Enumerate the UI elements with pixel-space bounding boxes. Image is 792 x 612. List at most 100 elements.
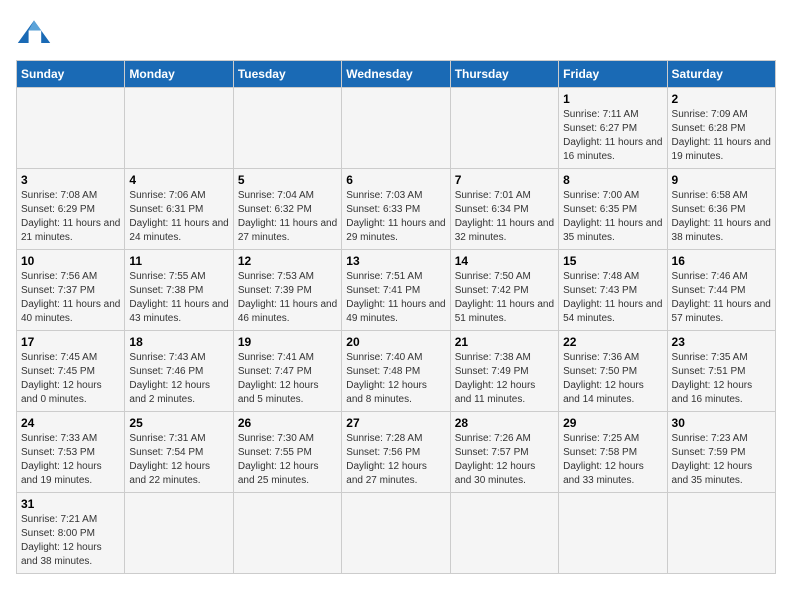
calendar-cell [125, 88, 233, 169]
day-info: Sunrise: 7:46 AM Sunset: 7:44 PM Dayligh… [672, 270, 771, 326]
day-info: Sunrise: 7:09 AM Sunset: 6:28 PM Dayligh… [672, 108, 771, 164]
calendar-cell: 14Sunrise: 7:50 AM Sunset: 7:42 PM Dayli… [450, 250, 558, 331]
calendar-cell: 22 Sunrise: 7:36 AM Sunset: 7:50 PM Dayli… [559, 331, 667, 412]
calendar-table: SundayMondayTuesdayWednesdayThursdayFrid… [16, 60, 776, 574]
day-info: Sunrise: 7:04 AM Sunset: 6:32 PM Dayligh… [238, 189, 337, 245]
day-info: Sunrise: 7:43 AM Sunset: 7:46 PM Dayligh… [129, 351, 228, 407]
calendar-cell: 30 Sunrise: 7:23 AM Sunset: 7:59 PM Dayli… [667, 412, 775, 493]
day-info: Sunrise: 7:00 AM Sunset: 6:35 PM Dayligh… [563, 189, 662, 245]
day-number: 25 [129, 416, 228, 430]
day-info: Sunrise: 6:58 AM Sunset: 6:36 PM Dayligh… [672, 189, 771, 245]
calendar-cell: 23Sunrise: 7:35 AM Sunset: 7:51 PM Dayli… [667, 331, 775, 412]
calendar-cell: 20 Sunrise: 7:40 AM Sunset: 7:48 PM Dayli… [342, 331, 450, 412]
day-of-week-header: Monday [125, 61, 233, 88]
calendar-cell: 16 Sunrise: 7:46 AM Sunset: 7:44 PM Dayli… [667, 250, 775, 331]
day-number: 1 [563, 92, 662, 106]
calendar-cell: 31 Sunrise: 7:21 AM Sunset: 8:00 PM Dayli… [17, 493, 125, 574]
calendar-cell: 5 Sunrise: 7:04 AM Sunset: 6:32 PM Daylig… [233, 169, 341, 250]
day-number: 11 [129, 254, 228, 268]
calendar-cell: 9Sunrise: 6:58 AM Sunset: 6:36 PM Daylig… [667, 169, 775, 250]
day-number: 8 [563, 173, 662, 187]
day-info: Sunrise: 7:21 AM Sunset: 8:00 PM Dayligh… [21, 513, 120, 569]
calendar-cell [342, 88, 450, 169]
day-info: Sunrise: 7:30 AM Sunset: 7:55 PM Dayligh… [238, 432, 337, 488]
calendar-cell: 21Sunrise: 7:38 AM Sunset: 7:49 PM Dayli… [450, 331, 558, 412]
day-number: 16 [672, 254, 771, 268]
calendar-cell: 15 Sunrise: 7:48 AM Sunset: 7:43 PM Dayli… [559, 250, 667, 331]
day-info: Sunrise: 7:56 AM Sunset: 7:37 PM Dayligh… [21, 270, 120, 326]
day-number: 4 [129, 173, 228, 187]
calendar-cell: 17Sunrise: 7:45 AM Sunset: 7:45 PM Dayli… [17, 331, 125, 412]
calendar-cell: 27 Sunrise: 7:28 AM Sunset: 7:56 PM Dayli… [342, 412, 450, 493]
day-info: Sunrise: 7:53 AM Sunset: 7:39 PM Dayligh… [238, 270, 337, 326]
day-number: 2 [672, 92, 771, 106]
day-of-week-header: Friday [559, 61, 667, 88]
day-number: 20 [346, 335, 445, 349]
day-info: Sunrise: 7:35 AM Sunset: 7:51 PM Dayligh… [672, 351, 771, 407]
day-of-week-header: Tuesday [233, 61, 341, 88]
calendar-cell: 4 Sunrise: 7:06 AM Sunset: 6:31 PM Daylig… [125, 169, 233, 250]
day-info: Sunrise: 7:31 AM Sunset: 7:54 PM Dayligh… [129, 432, 228, 488]
day-number: 5 [238, 173, 337, 187]
day-of-week-header: Wednesday [342, 61, 450, 88]
day-info: Sunrise: 7:01 AM Sunset: 6:34 PM Dayligh… [455, 189, 554, 245]
day-info: Sunrise: 7:41 AM Sunset: 7:47 PM Dayligh… [238, 351, 337, 407]
calendar-cell [667, 493, 775, 574]
calendar-cell: 8 Sunrise: 7:00 AM Sunset: 6:35 PM Daylig… [559, 169, 667, 250]
calendar-cell [125, 493, 233, 574]
day-number: 19 [238, 335, 337, 349]
day-info: Sunrise: 7:06 AM Sunset: 6:31 PM Dayligh… [129, 189, 228, 245]
calendar-week-row: 10 Sunrise: 7:56 AM Sunset: 7:37 PM Dayli… [17, 250, 776, 331]
day-info: Sunrise: 7:23 AM Sunset: 7:59 PM Dayligh… [672, 432, 771, 488]
calendar-cell: 1Sunrise: 7:11 AM Sunset: 6:27 PM Daylig… [559, 88, 667, 169]
calendar-cell [17, 88, 125, 169]
day-number: 17 [21, 335, 120, 349]
calendar-week-row: 1Sunrise: 7:11 AM Sunset: 6:27 PM Daylig… [17, 88, 776, 169]
day-info: Sunrise: 7:48 AM Sunset: 7:43 PM Dayligh… [563, 270, 662, 326]
day-number: 26 [238, 416, 337, 430]
day-info: Sunrise: 7:28 AM Sunset: 7:56 PM Dayligh… [346, 432, 445, 488]
day-number: 29 [563, 416, 662, 430]
day-info: Sunrise: 7:50 AM Sunset: 7:42 PM Dayligh… [455, 270, 554, 326]
calendar-cell: 2 Sunrise: 7:09 AM Sunset: 6:28 PM Daylig… [667, 88, 775, 169]
calendar-cell: 13Sunrise: 7:51 AM Sunset: 7:41 PM Dayli… [342, 250, 450, 331]
calendar-cell: 24Sunrise: 7:33 AM Sunset: 7:53 PM Dayli… [17, 412, 125, 493]
logo [16, 16, 56, 52]
calendar-cell [342, 493, 450, 574]
calendar-cell: 12 Sunrise: 7:53 AM Sunset: 7:39 PM Dayli… [233, 250, 341, 331]
day-number: 10 [21, 254, 120, 268]
logo-icon [16, 16, 52, 52]
day-number: 22 [563, 335, 662, 349]
calendar-cell: 3 Sunrise: 7:08 AM Sunset: 6:29 PM Daylig… [17, 169, 125, 250]
calendar-cell: 26 Sunrise: 7:30 AM Sunset: 7:55 PM Dayli… [233, 412, 341, 493]
calendar-cell [450, 493, 558, 574]
calendar-week-row: 31 Sunrise: 7:21 AM Sunset: 8:00 PM Dayli… [17, 493, 776, 574]
calendar-cell [559, 493, 667, 574]
day-number: 30 [672, 416, 771, 430]
day-number: 15 [563, 254, 662, 268]
calendar-cell: 18Sunrise: 7:43 AM Sunset: 7:46 PM Dayli… [125, 331, 233, 412]
day-info: Sunrise: 7:33 AM Sunset: 7:53 PM Dayligh… [21, 432, 120, 488]
day-info: Sunrise: 7:08 AM Sunset: 6:29 PM Dayligh… [21, 189, 120, 245]
calendar-week-row: 17Sunrise: 7:45 AM Sunset: 7:45 PM Dayli… [17, 331, 776, 412]
calendar-week-row: 3 Sunrise: 7:08 AM Sunset: 6:29 PM Daylig… [17, 169, 776, 250]
calendar-week-row: 24Sunrise: 7:33 AM Sunset: 7:53 PM Dayli… [17, 412, 776, 493]
calendar-cell [233, 493, 341, 574]
day-info: Sunrise: 7:36 AM Sunset: 7:50 PM Dayligh… [563, 351, 662, 407]
day-number: 3 [21, 173, 120, 187]
day-number: 6 [346, 173, 445, 187]
day-number: 7 [455, 173, 554, 187]
day-number: 21 [455, 335, 554, 349]
calendar-cell: 29Sunrise: 7:25 AM Sunset: 7:58 PM Dayli… [559, 412, 667, 493]
day-number: 27 [346, 416, 445, 430]
day-number: 28 [455, 416, 554, 430]
day-number: 31 [21, 497, 120, 511]
calendar-cell [450, 88, 558, 169]
day-number: 13 [346, 254, 445, 268]
page-header [16, 16, 776, 52]
day-info: Sunrise: 7:03 AM Sunset: 6:33 PM Dayligh… [346, 189, 445, 245]
day-info: Sunrise: 7:40 AM Sunset: 7:48 PM Dayligh… [346, 351, 445, 407]
day-number: 12 [238, 254, 337, 268]
day-info: Sunrise: 7:26 AM Sunset: 7:57 PM Dayligh… [455, 432, 554, 488]
calendar-cell [233, 88, 341, 169]
